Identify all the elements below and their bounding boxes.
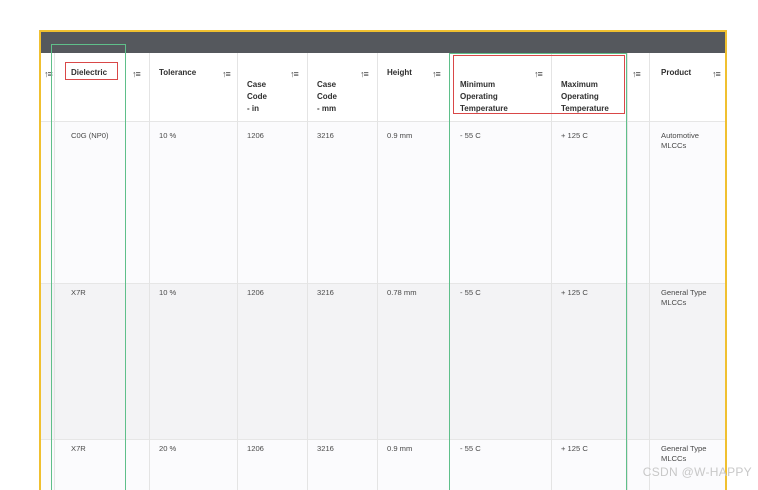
column-divider: [377, 53, 378, 490]
header-case-code-mm[interactable]: Case Code - mm: [317, 67, 337, 115]
cell-case-mm: 3216: [317, 131, 334, 140]
header-label: Height: [387, 68, 412, 77]
sort-icon[interactable]: ↑≡: [712, 69, 721, 79]
table-frame: ↑≡ Dielectric ↑≡ Tolerance ↑≡ Case Code …: [39, 30, 727, 490]
header-case-code-in[interactable]: Case Code - in: [247, 67, 267, 115]
header-tolerance[interactable]: Tolerance: [159, 67, 196, 79]
watermark: CSDN @W-HAPPY: [642, 465, 752, 479]
product-table: ↑≡ Dielectric ↑≡ Tolerance ↑≡ Case Code …: [41, 44, 725, 490]
sort-icon[interactable]: ↑≡: [432, 69, 441, 79]
cell-product[interactable]: General Type MLCCs: [661, 288, 706, 308]
cell-case-in: 1206: [247, 444, 264, 453]
cell-case-mm: 3216: [317, 288, 334, 297]
cell-product[interactable]: General Type MLCCs: [661, 444, 706, 464]
cell-case-in: 1206: [247, 131, 264, 140]
cell-tolerance: 20 %: [159, 444, 177, 453]
cell-height: 0.78 mm: [387, 288, 417, 297]
column-divider: [649, 53, 650, 490]
cell-product[interactable]: Automotive MLCCs: [661, 131, 699, 151]
column-divider: [307, 53, 308, 490]
cell-case-in: 1206: [247, 288, 264, 297]
header-label: Case Code - mm: [317, 80, 337, 113]
dielectric-column-highlight: [51, 44, 126, 490]
sort-icon[interactable]: ↑≡: [132, 69, 141, 79]
table-top-bar: [41, 32, 725, 53]
cell-tolerance: 10 %: [159, 131, 177, 140]
cell-height: 0.9 mm: [387, 131, 413, 140]
cell-case-mm: 3216: [317, 444, 334, 453]
temperature-header-highlight: [453, 55, 625, 114]
sort-icon[interactable]: ↑≡: [290, 69, 299, 79]
cell-height: 0.9 mm: [387, 444, 413, 453]
column-divider: [627, 53, 628, 490]
dielectric-header-highlight: [65, 62, 118, 80]
sort-icon[interactable]: ↑≡: [222, 69, 231, 79]
sort-icon[interactable]: ↑≡: [360, 69, 369, 79]
header-label: Case Code - in: [247, 80, 267, 113]
header-label: Tolerance: [159, 68, 197, 77]
cell-tolerance: 10 %: [159, 288, 177, 297]
column-divider: [149, 53, 150, 490]
header-height[interactable]: Height: [387, 67, 412, 79]
temperature-columns-highlight: [449, 53, 627, 490]
sort-icon[interactable]: ↑≡: [632, 69, 641, 79]
column-divider: [237, 53, 238, 490]
header-product[interactable]: Product: [661, 67, 691, 79]
header-label: Product: [661, 68, 692, 77]
